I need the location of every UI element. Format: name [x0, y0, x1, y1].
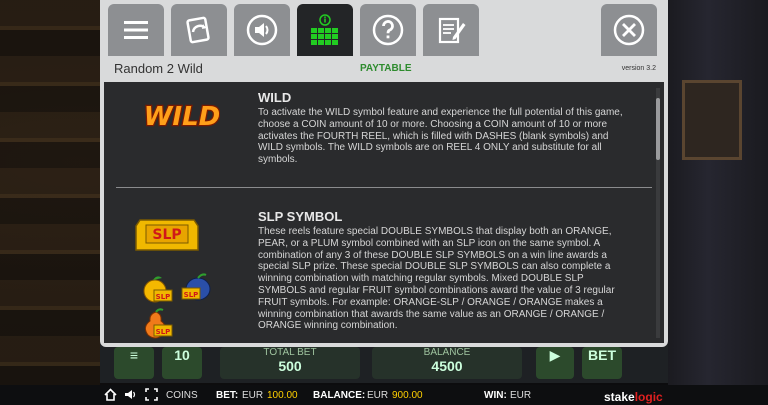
- balance-currency: EUR: [367, 390, 389, 401]
- menu-button-behind: ≡: [114, 347, 154, 379]
- wild-section-title: WILD: [258, 90, 292, 105]
- game-title: Random 2 Wild: [114, 61, 203, 76]
- total-bet-display: TOTAL BET 500: [220, 347, 360, 379]
- wild-logo-text: WILD: [144, 102, 220, 132]
- play-button-behind: ▶: [536, 347, 574, 379]
- background-portrait: [682, 80, 742, 160]
- tab-help[interactable]: [360, 4, 416, 56]
- tab-sound[interactable]: [234, 4, 290, 56]
- wild-section-body: To activate the WILD symbol feature and …: [258, 107, 623, 166]
- slp-symbol-logo: SLP: [135, 219, 199, 251]
- history-notepad-icon: [438, 17, 466, 44]
- fullscreen-icon[interactable]: [145, 388, 158, 404]
- question-mark-icon: [372, 14, 404, 46]
- paytable-grid-icon: [311, 14, 338, 45]
- slp-logo-text: SLP: [152, 227, 181, 243]
- win-currency: EUR: [510, 390, 532, 401]
- slp-section-title: SLP SYMBOL: [258, 209, 343, 224]
- tab-menu[interactable]: [108, 4, 164, 56]
- autoplay-cards-icon: [186, 16, 210, 44]
- pear-slp-symbol-icon: SLP: [144, 308, 173, 339]
- balance-display: BALANCE 4500: [372, 347, 522, 379]
- tab-paytable[interactable]: [297, 4, 353, 56]
- speaker-icon: [246, 14, 278, 46]
- orange-slp-symbol-icon: SLP: [143, 276, 173, 303]
- tab-history[interactable]: [423, 4, 479, 56]
- svg-text:SLP: SLP: [156, 293, 171, 301]
- lines-button-behind: 10: [162, 347, 202, 379]
- win-label: WIN:: [484, 390, 507, 401]
- brand-logo: stakelogic: [604, 390, 663, 404]
- coins-toggle[interactable]: COINS: [166, 390, 198, 401]
- background-bar-shelves: [0, 0, 100, 405]
- paytable-modal: Random 2 Wild PAYTABLE version 3.2 WILD …: [100, 0, 668, 347]
- page-title: PAYTABLE: [360, 63, 412, 74]
- home-icon[interactable]: [104, 388, 117, 404]
- bet-label: BET:: [216, 390, 239, 401]
- paytable-content[interactable]: WILD WILD To activate the WILD symbol fe…: [104, 82, 664, 343]
- tab-autoplay[interactable]: [171, 4, 227, 56]
- plum-slp-symbol-icon: SLP: [181, 273, 211, 301]
- balance-label: BALANCE:: [313, 390, 366, 401]
- version-label: version 3.2: [621, 65, 656, 72]
- max-bet-button-behind: BET: [582, 347, 622, 379]
- close-button[interactable]: [601, 4, 657, 56]
- scrollbar-thumb[interactable]: [656, 98, 660, 160]
- wild-symbol-logo: WILD: [144, 101, 220, 134]
- bet-currency: EUR: [242, 390, 264, 401]
- slp-section-body: These reels feature special DOUBLE SYMBO…: [258, 226, 615, 332]
- paytable-title-bar: Random 2 Wild PAYTABLE version 3.2: [104, 56, 664, 82]
- sound-toggle-icon[interactable]: [124, 388, 137, 404]
- game-controls-bar: ≡ 10 TOTAL BET 500 BALANCE 4500 ▶ BET: [100, 343, 668, 383]
- close-icon: [613, 14, 645, 46]
- balance-value: 900.00: [392, 390, 423, 401]
- svg-text:SLP: SLP: [156, 328, 171, 336]
- section-divider: [116, 187, 652, 188]
- svg-text:SLP: SLP: [184, 291, 199, 299]
- background-wall: [668, 0, 768, 405]
- bet-value: 100.00: [267, 390, 298, 401]
- status-bar: COINS BET: EUR 100.00 BALANCE: EUR 900.0…: [0, 385, 768, 405]
- hamburger-menu-icon: [124, 21, 148, 39]
